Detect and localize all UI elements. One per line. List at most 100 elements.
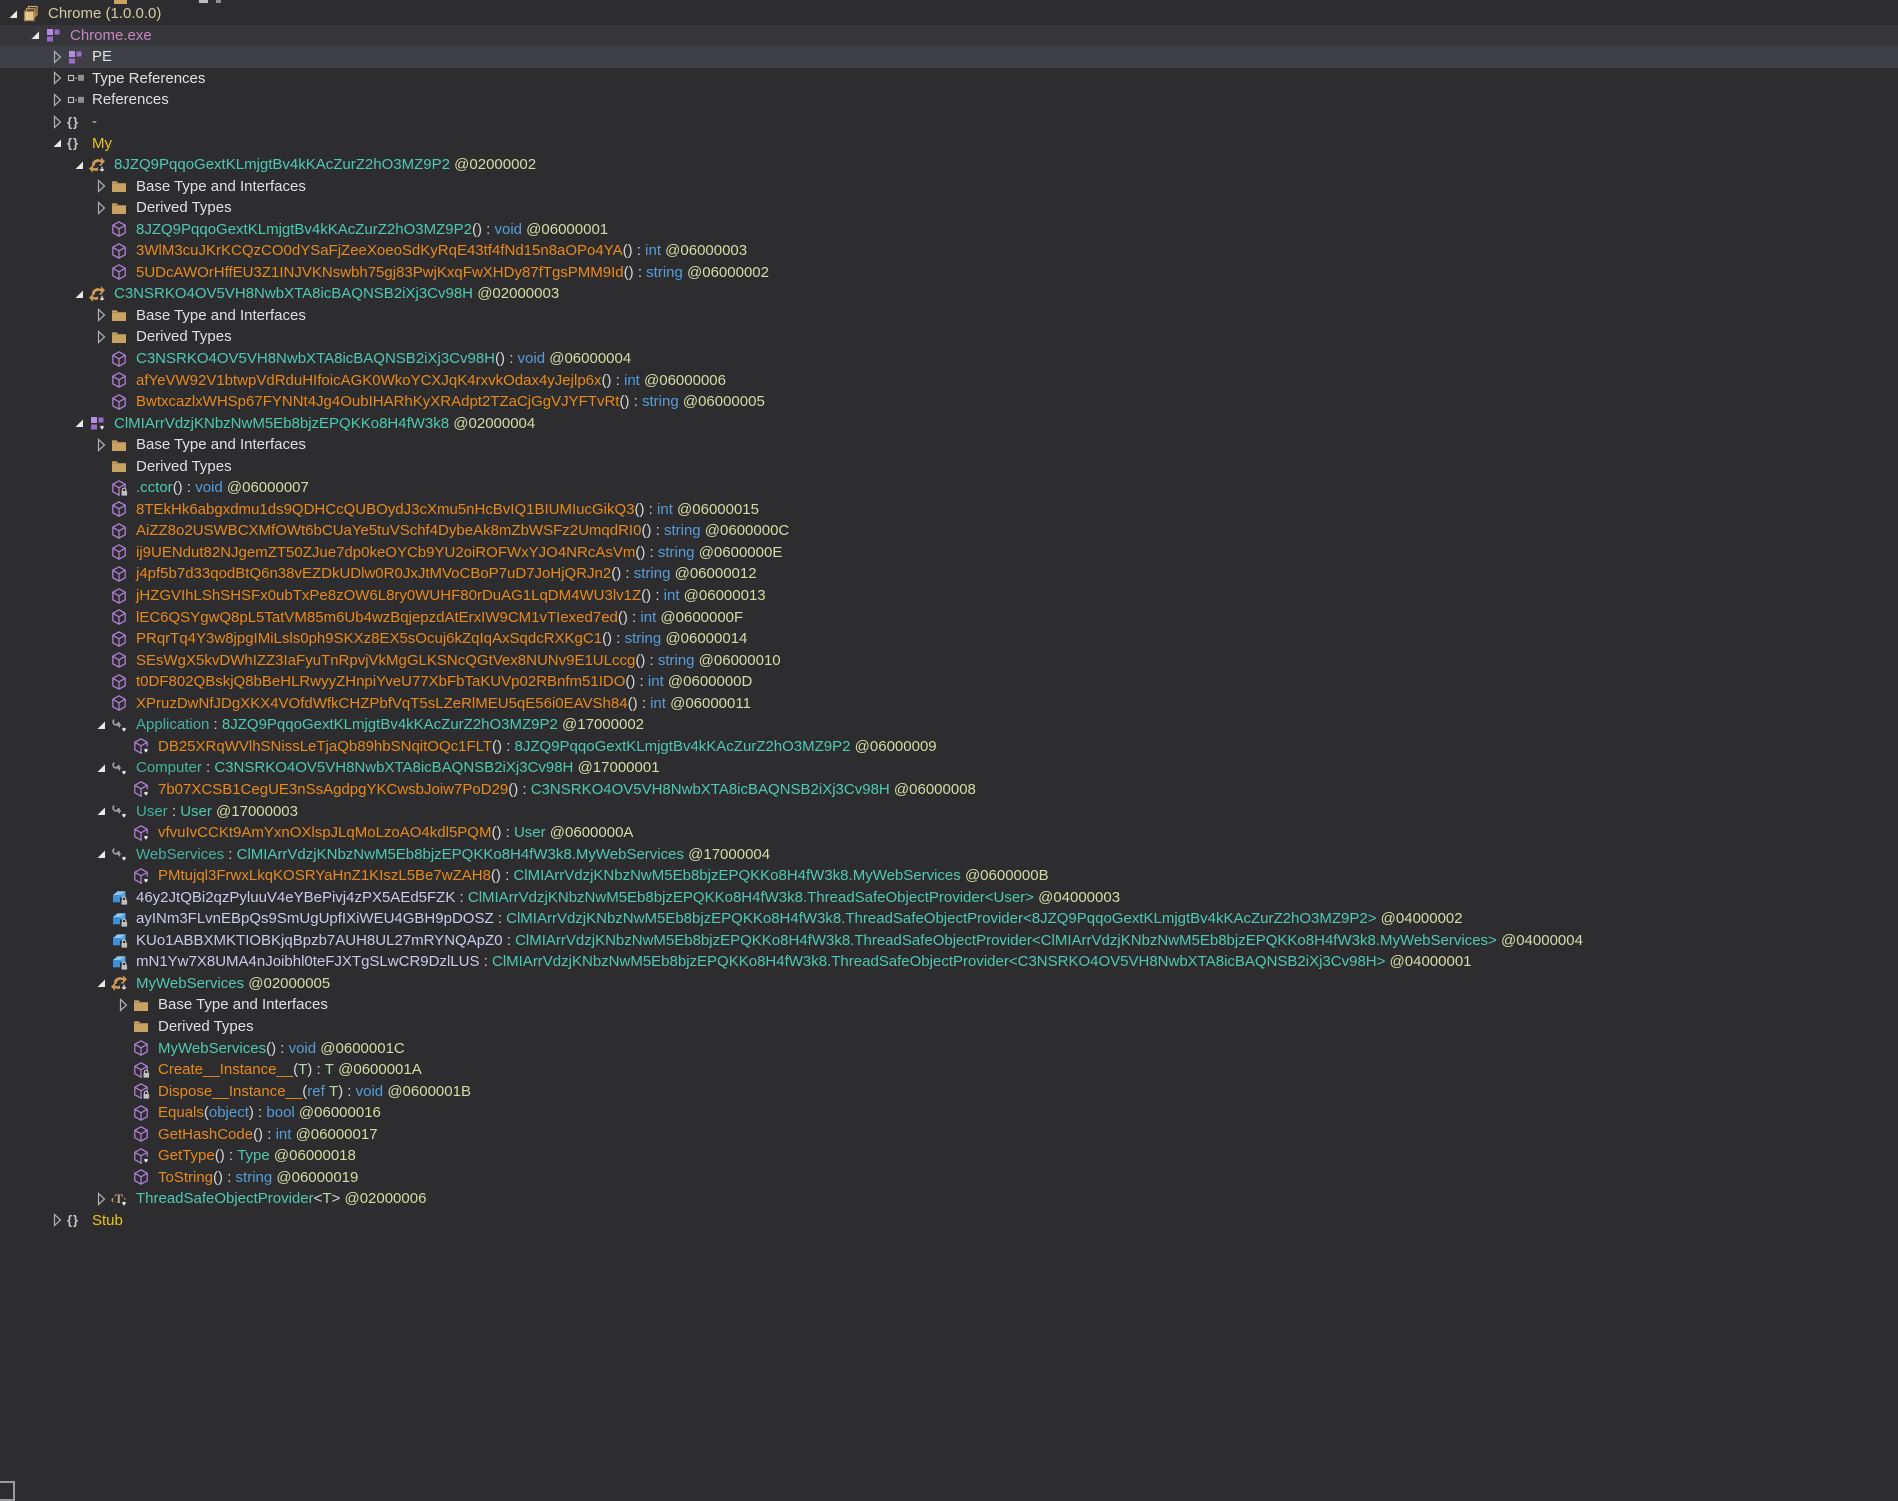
tree-item-method[interactable]: PRqrTq4Y3w8jpgIMiLsls0ph9SKXz8EX5sOcuj6k… (0, 628, 1898, 650)
collapse-chevron-icon[interactable] (91, 974, 110, 992)
tree-item-method[interactable]: ij9UENdut82NJgemZT50ZJue7dp0keOYCb9YU2oi… (0, 542, 1898, 564)
tree-item-property-computer[interactable]: Computer : C3NSRKO4OV5VH8NwbXTA8icBAQNSB… (0, 757, 1898, 779)
expander-spacer (113, 1061, 132, 1079)
tree-item-label: : (202, 759, 215, 776)
method-lock-icon (132, 1082, 153, 1100)
expand-chevron-icon[interactable] (113, 996, 132, 1014)
collapse-chevron-icon[interactable] (47, 134, 66, 152)
tree-item-module-chrome-exe[interactable]: Chrome.exe (0, 25, 1898, 47)
top-partial-text-fragment (199, 0, 208, 3)
collapse-chevron-icon[interactable] (69, 156, 88, 174)
tree-item-class[interactable]: 8JZQ9PqqoGextKLmjgtBv4kKAcZurZ2hO3MZ9P2 … (0, 154, 1898, 176)
expand-chevron-icon[interactable] (47, 1211, 66, 1229)
tree-item-constructor[interactable]: 8JZQ9PqqoGextKLmjgtBv4kKAcZurZ2hO3MZ9P2(… (0, 218, 1898, 240)
tree-item-method[interactable]: afYeVW92V1btwpVdRduHIfoicAGK0WkoYCXJqK4r… (0, 369, 1898, 391)
expander-spacer (91, 479, 110, 497)
method-lock-icon (110, 479, 131, 497)
tree-item-nested-class-mywebservices[interactable]: MyWebServices @02000005 (0, 973, 1898, 995)
tree-item-field[interactable]: ayINm3FLvnEBpQs9SmUgUpfIXiWEU4GBH9pDOSZ … (0, 908, 1898, 930)
tree-item-getter-method[interactable]: 7b07XCSB1CegUE3nSsAgdpgYKCwsbJoiw7PoD29(… (0, 779, 1898, 801)
tree-item-derived-types[interactable]: Derived Types (0, 1016, 1898, 1038)
references-icon (66, 69, 87, 87)
tree-item-property-webservices[interactable]: WebServices : ClMIArrVdzjKNbzNwM5Eb8bjzE… (0, 843, 1898, 865)
tree-item-method[interactable]: j4pf5b7d33qodBtQ6n38vEZDkUDlw0R0JxJtMVoC… (0, 563, 1898, 585)
tree-item-namespace-stub[interactable]: {}Stub (0, 1210, 1898, 1232)
tree-item-getter-method[interactable]: vfvuIvCCKt9AmYxnOXlspJLqMoLzoAO4kdl5PQM(… (0, 822, 1898, 844)
tree-item-references[interactable]: References (0, 89, 1898, 111)
tree-item-base-type-and-interfaces[interactable]: Base Type and Interfaces (0, 175, 1898, 197)
tree-item-method[interactable]: AiZZ8o2USWBCXMfOWt6bCUaYe5tuVSchf4DybeAk… (0, 520, 1898, 542)
tree-item-generic-class[interactable]: ‹T›ThreadSafeObjectProvider<T> @02000006 (0, 1188, 1898, 1210)
expand-chevron-icon[interactable] (47, 91, 66, 109)
tree-item-derived-types[interactable]: Derived Types (0, 326, 1898, 348)
tree-item-empty-namespace[interactable]: {}- (0, 111, 1898, 133)
expand-chevron-icon[interactable] (47, 69, 66, 87)
tree-item-method[interactable]: 3WlM3cuJKrKCQzCO0dYSaFjZeeXoeoSdKyRqE43t… (0, 240, 1898, 262)
tree-item-constructor[interactable]: MyWebServices() : void @0600001C (0, 1037, 1898, 1059)
tree-item-namespace-my[interactable]: {}My (0, 132, 1898, 154)
tree-item-method[interactable]: 5UDcAWOrHffEU3Z1INJVKNswbh75gj83PwjKxqFw… (0, 262, 1898, 284)
tree-item-derived-types[interactable]: Derived Types (0, 455, 1898, 477)
tree-item-assembly-chrome[interactable]: Chrome (1.0.0.0) (0, 3, 1898, 25)
tree-item-base-type-and-interfaces[interactable]: Base Type and Interfaces (0, 434, 1898, 456)
tree-item-method[interactable]: GetHashCode() : int @06000017 (0, 1123, 1898, 1145)
tree-item-pe[interactable]: PE (0, 46, 1898, 68)
expand-chevron-icon[interactable] (47, 113, 66, 131)
tree-item-method[interactable]: 8TEkHk6abgxdmu1ds9QDHCcQUBOydJ3cXmu5nHcB… (0, 499, 1898, 521)
collapse-chevron-icon[interactable] (25, 26, 44, 44)
property-icon (110, 802, 131, 820)
tree-item-field[interactable]: 46y2JtQBi2qzPyluuV4eYBePivj4zPX5AEd5FZK … (0, 886, 1898, 908)
tree-item-method[interactable]: Dispose__Instance__(ref T) : void @06000… (0, 1080, 1898, 1102)
tree-item-constructor[interactable]: C3NSRKO4OV5VH8NwbXTA8icBAQNSB2iXj3Cv98H(… (0, 348, 1898, 370)
tree-item-method[interactable]: Create__Instance__(T) : T @0600001A (0, 1059, 1898, 1081)
expand-chevron-icon[interactable] (91, 177, 110, 195)
expand-chevron-icon[interactable] (91, 199, 110, 217)
tree-item-label: .cctor (136, 479, 173, 496)
tree-item-base-type-and-interfaces[interactable]: Base Type and Interfaces (0, 305, 1898, 327)
tree-item-label: : (503, 932, 516, 949)
collapse-chevron-icon[interactable] (69, 414, 88, 432)
tree-item-label: My (92, 135, 112, 152)
tree-item-static-class[interactable]: ClMIArrVdzjKNbzNwM5Eb8bjzEPQKKo8H4fW3k8 … (0, 412, 1898, 434)
tree-item-class[interactable]: C3NSRKO4OV5VH8NwbXTA8icBAQNSB2iXj3Cv98H … (0, 283, 1898, 305)
tree-item-method[interactable]: Equals(object) : bool @06000016 (0, 1102, 1898, 1124)
expand-chevron-icon[interactable] (91, 328, 110, 346)
tree-item-method[interactable]: t0DF802QBskjQ8bBeHLRwyyZHnpiYveU77XbFbTa… (0, 671, 1898, 693)
tree-item-property-user[interactable]: User : User @17000003 (0, 800, 1898, 822)
tree-item-getter-method[interactable]: DB25XRqWVlhSNissLeTjaQb89hbSNqitOQc1FLT(… (0, 736, 1898, 758)
tree-item-static-constructor[interactable]: .cctor() : void @06000007 (0, 477, 1898, 499)
tree-item-label: @06000004 (545, 350, 631, 367)
collapse-chevron-icon[interactable] (69, 285, 88, 303)
expander-spacer (113, 1039, 132, 1057)
tree-item-method[interactable]: XPruzDwNfJDgXKX4VOfdWfkCHZPbfVqT5sLZeRlM… (0, 693, 1898, 715)
tree-item-field[interactable]: mN1Yw7X8UMA4nJoibhl0teFJXTgSLwCR9DzlLUS … (0, 951, 1898, 973)
tree-item-label: KUo1ABBXMKTIOBKjqBpzb7AUH8UL27mRYNQApZ0 (136, 932, 503, 949)
collapse-chevron-icon[interactable] (91, 802, 110, 820)
tree-item-method[interactable]: GetType() : Type @06000018 (0, 1145, 1898, 1167)
tree-item-method[interactable]: ToString() : string @06000019 (0, 1167, 1898, 1189)
tree-item-label: @06000019 (272, 1169, 358, 1186)
expand-chevron-icon[interactable] (91, 306, 110, 324)
tree-item-label: @06000007 (223, 479, 309, 496)
tree-item-method[interactable]: BwtxcazlxWHSp67FYNNt4Jg4OubIHARhKyXRAdpt… (0, 391, 1898, 413)
tree-item-type-references[interactable]: Type References (0, 68, 1898, 90)
collapse-chevron-icon[interactable] (3, 5, 22, 23)
tree-item-base-type-and-interfaces[interactable]: Base Type and Interfaces (0, 994, 1898, 1016)
tree-item-property-application[interactable]: Application : 8JZQ9PqqoGextKLmjgtBv4kKAc… (0, 714, 1898, 736)
expand-chevron-icon[interactable] (91, 1190, 110, 1208)
tree-item-derived-types[interactable]: Derived Types (0, 197, 1898, 219)
tree-item-getter-method[interactable]: PMtujql3FrwxLkqKOSRYaHnZ1KIszL5Be7wZAH8(… (0, 865, 1898, 887)
tree-item-label: MyWebServices (136, 975, 244, 992)
tree-item-label: () : (602, 372, 625, 389)
collapse-chevron-icon[interactable] (91, 845, 110, 863)
tree-item-field[interactable]: KUo1ABBXMKTIOBKjqBpzb7AUH8UL27mRYNQApZ0 … (0, 930, 1898, 952)
method-icon (110, 565, 131, 583)
tree-item-method[interactable]: lEC6QSYgwQ8pL5TatVM85m6Ub4wzBqjepzdAtErx… (0, 606, 1898, 628)
tree-item-method[interactable]: SEsWgX5kvDWhIZZ3IaFyuTnRpvjVkMgGLKSNcQGt… (0, 649, 1898, 671)
tree-item-label: Create__Instance__ (158, 1061, 293, 1078)
collapse-chevron-icon[interactable] (91, 759, 110, 777)
expand-chevron-icon[interactable] (47, 48, 66, 66)
expand-chevron-icon[interactable] (91, 436, 110, 454)
collapse-chevron-icon[interactable] (91, 716, 110, 734)
tree-item-method[interactable]: jHZGVIhLShSHSFx0ubTxPe8zOW6L8ry0WUHF80rD… (0, 585, 1898, 607)
